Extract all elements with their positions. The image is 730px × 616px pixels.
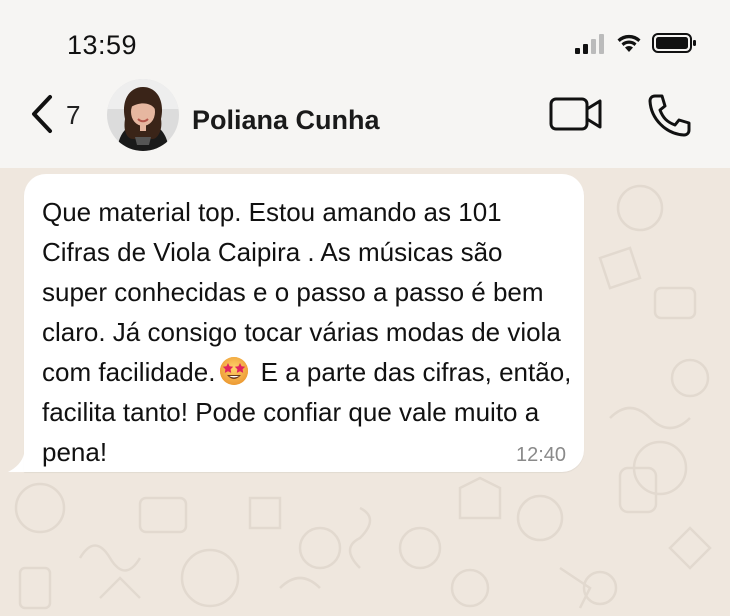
back-button[interactable]: 7 <box>24 92 94 138</box>
signal-icon <box>575 34 604 54</box>
avatar-image <box>107 79 179 151</box>
phone-icon[interactable] <box>646 92 692 138</box>
chat-area: Que material top. Estou amando as 101 Ci… <box>0 168 730 616</box>
message-bubble[interactable]: Que material top. Estou amando as 101 Ci… <box>24 174 584 472</box>
message-time: 12:40 <box>516 444 567 466</box>
message-text: Que material top. Estou amando as 101 Ci… <box>42 192 572 472</box>
unread-count: 7 <box>66 100 81 130</box>
avatar[interactable] <box>107 79 179 151</box>
star-struck-emoji-icon <box>220 357 249 385</box>
status-bar: 13:59 <box>0 0 730 80</box>
wifi-icon <box>617 34 641 52</box>
chat-header: 7 Poliana Cunha <box>0 79 730 168</box>
contact-name[interactable]: Poliana Cunha <box>192 105 380 136</box>
battery-icon <box>652 33 696 53</box>
status-time: 13:59 <box>67 30 138 60</box>
back-chevron-icon <box>32 95 52 133</box>
video-call-icon[interactable] <box>548 94 604 134</box>
